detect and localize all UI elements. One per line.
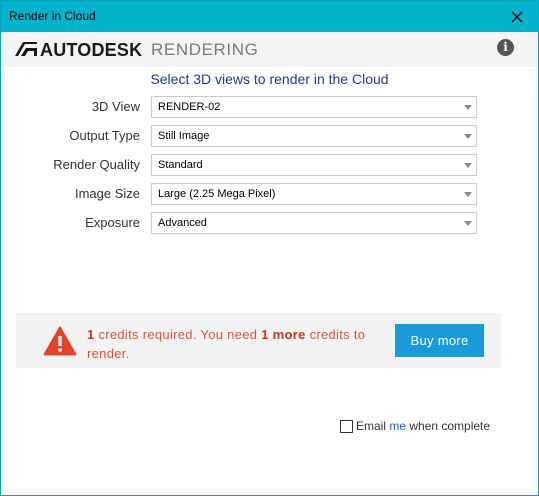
chevron-down-icon	[464, 105, 472, 110]
credits-alert: 1 credits required. You need 1 more cred…	[16, 313, 501, 368]
render-quality-select[interactable]: Standard	[151, 154, 477, 176]
close-icon[interactable]	[496, 1, 538, 32]
email-text-b: when complete	[406, 419, 491, 433]
form-row-exposure: Exposure Advanced	[1, 212, 538, 234]
exposure-label: Exposure	[85, 215, 140, 230]
product-name: RENDERING	[151, 40, 259, 59]
buy-more-button[interactable]: Buy more	[395, 324, 484, 357]
render-quality-label: Render Quality	[53, 157, 140, 172]
credits-message: 1 credits required. You need 1 more cred…	[87, 325, 387, 363]
chevron-down-icon	[464, 163, 472, 168]
form-row-image-size: Image Size Large (2.25 Mega Pixel)	[1, 183, 538, 205]
exposure-select[interactable]: Advanced	[151, 212, 477, 234]
chevron-down-icon	[464, 134, 472, 139]
chevron-down-icon	[464, 221, 472, 226]
3d-view-value: RENDER-02	[158, 101, 221, 113]
required-credits-count: 1	[87, 327, 95, 342]
chevron-down-icon	[464, 192, 472, 197]
exposure-value: Advanced	[158, 217, 207, 229]
image-size-value: Large (2.25 Mega Pixel)	[158, 188, 276, 200]
email-text-a: Email	[356, 419, 390, 433]
form-row-3d-view: 3D View RENDER-02	[1, 96, 538, 118]
image-size-select[interactable]: Large (2.25 Mega Pixel)	[151, 183, 477, 205]
output-type-label: Output Type	[69, 128, 140, 143]
page-subtitle: Select 3D views to render in the Cloud	[150, 71, 389, 87]
form-row-render-quality: Render Quality Standard	[1, 154, 538, 176]
warning-icon	[43, 326, 77, 361]
info-icon[interactable]: i	[497, 39, 514, 56]
render-in-cloud-dialog: Render in Cloud AUTODESK RENDERING i Sel…	[0, 0, 539, 496]
autodesk-logo-icon	[15, 42, 37, 61]
title-bar: Render in Cloud	[1, 1, 538, 32]
more-credits-count: 1 more	[261, 327, 306, 342]
brand-header: AUTODESK RENDERING i	[1, 32, 538, 67]
render-quality-value: Standard	[158, 159, 203, 171]
email-option[interactable]: Email me when complete	[340, 419, 490, 433]
form-row-output-type: Output Type Still Image	[1, 125, 538, 147]
output-type-select[interactable]: Still Image	[151, 125, 477, 147]
image-size-label: Image Size	[74, 186, 140, 201]
autodesk-wordmark: AUTODESK	[40, 40, 143, 60]
output-type-value: Still Image	[158, 130, 210, 142]
credits-text-a: credits required. You need	[94, 327, 262, 342]
email-me-text: me	[389, 419, 407, 433]
3d-view-select[interactable]: RENDER-02	[151, 96, 477, 118]
3d-view-label: 3D View	[91, 99, 140, 114]
window-title: Render in Cloud	[9, 9, 96, 23]
email-label: Email me when complete	[356, 419, 490, 433]
email-checkbox[interactable]	[340, 419, 353, 433]
